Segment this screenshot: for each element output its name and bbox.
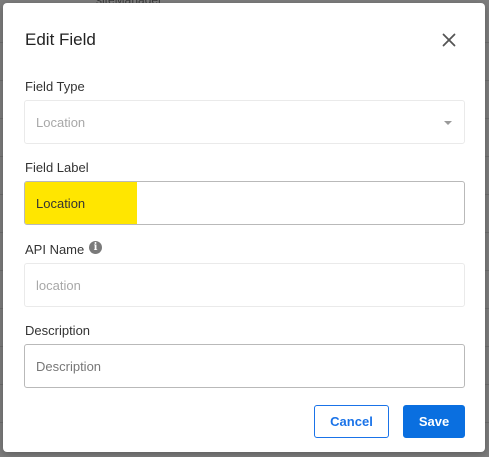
cancel-button[interactable]: Cancel xyxy=(314,405,389,438)
edit-field-dialog: Edit Field Field Type Location Field Lab… xyxy=(3,3,485,452)
close-icon xyxy=(442,33,456,47)
field-type-label: Field Type xyxy=(25,79,85,94)
api-name-input[interactable]: location xyxy=(24,263,465,307)
description-input[interactable]: Description xyxy=(24,344,465,388)
dialog-title: Edit Field xyxy=(25,30,96,49)
close-button[interactable] xyxy=(435,26,463,54)
field-label-label: Field Label xyxy=(25,160,89,175)
chevron-down-icon xyxy=(444,121,452,125)
api-name-value: location xyxy=(36,277,81,293)
save-button[interactable]: Save xyxy=(403,405,465,438)
field-type-select[interactable]: Location xyxy=(24,100,465,144)
field-type-value: Location xyxy=(36,114,86,130)
description-label: Description xyxy=(25,323,91,338)
field-label-input[interactable]: Location xyxy=(24,181,465,225)
info-icon[interactable]: i xyxy=(89,241,102,254)
api-name-label: API Name xyxy=(25,242,85,257)
field-label-value: Location xyxy=(36,195,86,211)
description-placeholder: Description xyxy=(36,358,102,374)
